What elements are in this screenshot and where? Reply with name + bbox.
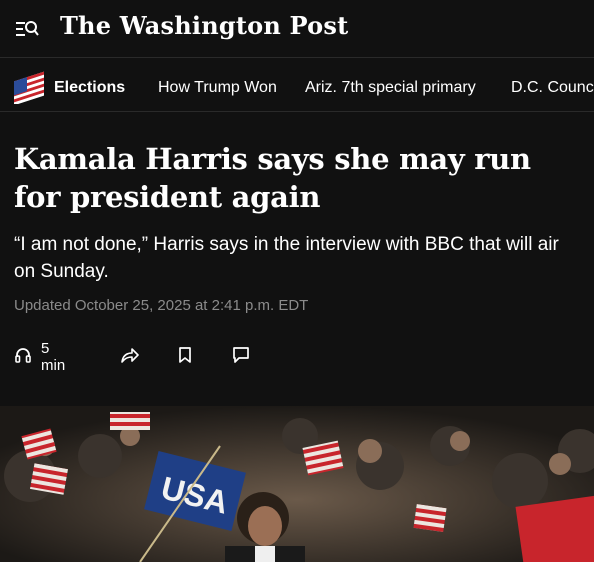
nav-item-elections[interactable]: Elections	[54, 79, 125, 97]
top-bar: The Washington Post	[0, 0, 594, 58]
share-button[interactable]	[120, 344, 140, 370]
article-headline: Kamala Harris says she may run for presi…	[14, 142, 531, 214]
nav-item-dc-council[interactable]: D.C. Council	[511, 79, 594, 97]
share-icon	[120, 346, 140, 369]
nav-item-ariz-primary[interactable]: Ariz. 7th special primary	[305, 79, 476, 97]
flag-icon	[12, 70, 46, 106]
listen-duration: 5 min	[41, 340, 66, 374]
listen-button[interactable]: 5 min	[14, 340, 65, 374]
bookmark-button[interactable]	[177, 344, 193, 370]
article-deck: “I am not done,” Harris says in the inte…	[14, 234, 559, 282]
comments-button[interactable]	[232, 344, 250, 370]
menu-search-icon[interactable]	[14, 17, 40, 41]
bookmark-icon	[177, 346, 193, 369]
article-timestamp: Updated October 25, 2025 at 2:41 p.m. ED…	[14, 297, 309, 314]
comment-icon	[232, 346, 250, 369]
section-nav: Elections How Trump Won Ariz. 7th specia…	[0, 58, 594, 112]
nav-item-how-trump-won[interactable]: How Trump Won	[158, 79, 277, 97]
headphones-icon	[14, 346, 32, 369]
site-logo[interactable]: The Washington Post	[60, 11, 348, 40]
lead-photo: USA	[0, 406, 594, 562]
